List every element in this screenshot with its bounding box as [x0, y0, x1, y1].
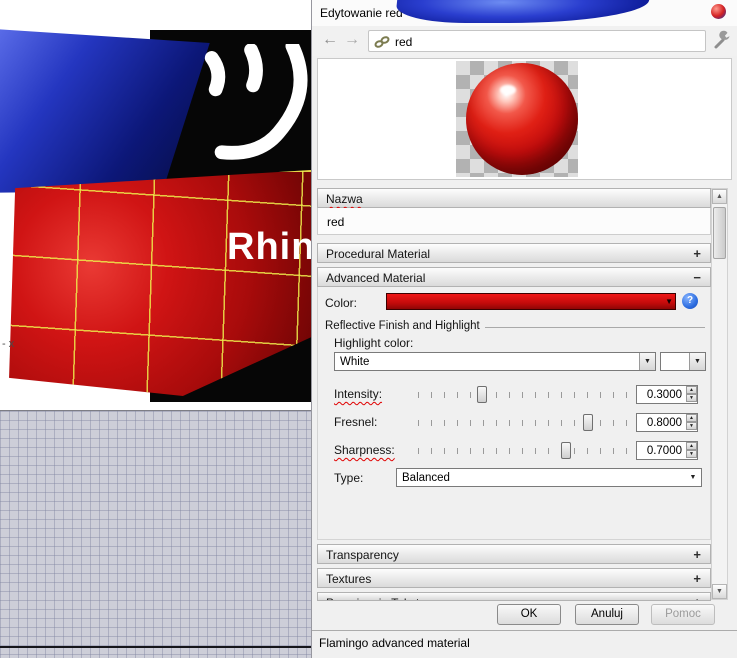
dropdown-arrow-icon[interactable]: ▼	[665, 297, 673, 306]
slider-thumb[interactable]	[582, 414, 593, 431]
expand-plus-icon[interactable]: +	[693, 595, 701, 600]
sharpness-label: Sharpness:	[334, 443, 395, 457]
section-name-header[interactable]: Nazwa	[317, 188, 711, 208]
fresnel-spinner: ▲ ▼	[686, 414, 697, 430]
section-clipped-label: Przypisanie Tekstur	[326, 596, 430, 600]
section-name-label: Nazwa	[326, 192, 363, 206]
grid-viewport[interactable]	[0, 410, 311, 658]
scroll-down-icon[interactable]: ▼	[712, 584, 727, 599]
material-name-row[interactable]: red	[317, 208, 711, 235]
slider-thumb[interactable]	[561, 442, 572, 459]
sharpness-slider[interactable]	[418, 442, 630, 459]
rhino-wordmark: Rhino	[227, 226, 311, 268]
type-value: Balanced	[402, 472, 450, 484]
material-editor-dialog: Edytowanie red ← → red Nazwa red Procedu…	[311, 0, 737, 658]
advanced-material-panel: Color: ▼ ? Reflective Finish and Highlig…	[317, 287, 711, 540]
spinner-down-icon[interactable]: ▼	[686, 450, 697, 458]
spinner-down-icon[interactable]: ▼	[686, 394, 697, 402]
section-clipped-header[interactable]: Przypisanie Tekstur +	[317, 592, 711, 601]
section-procedural-label: Procedural Material	[326, 247, 431, 261]
collapse-minus-icon[interactable]: −	[693, 270, 701, 285]
sharpness-spinner: ▲ ▼	[686, 442, 697, 458]
back-arrow-icon[interactable]: ←	[322, 30, 338, 50]
fresnel-slider[interactable]	[418, 414, 630, 431]
background-render-swoosh	[394, 0, 650, 23]
type-label: Type:	[334, 471, 364, 485]
highlight-color-label: Highlight color:	[334, 336, 414, 350]
spinner-down-icon[interactable]: ▼	[686, 422, 697, 430]
reflective-group-title: Reflective Finish and Highlight	[325, 320, 485, 332]
forward-arrow-icon[interactable]: →	[344, 30, 360, 50]
highlight-color-value: White	[340, 356, 370, 368]
dialog-titlebar: Edytowanie red	[312, 0, 737, 26]
material-preview-sphere	[466, 63, 578, 175]
help-icon[interactable]: ?	[682, 293, 698, 309]
navigation-toolbar: ← → red	[312, 26, 737, 56]
material-sphere-mini-icon	[711, 4, 726, 19]
material-preview[interactable]	[317, 58, 732, 180]
spinner-up-icon[interactable]: ▲	[686, 386, 697, 394]
axis-label-x: - x	[2, 338, 15, 350]
dialog-statusbar: Flamingo advanced material	[312, 630, 737, 654]
intensity-row: Intensity: 0.3000 ▲ ▼	[318, 383, 710, 407]
section-textures-label: Textures	[326, 572, 372, 586]
help-button[interactable]: Pomoc	[651, 604, 715, 625]
cancel-button[interactable]: Anuluj	[575, 604, 639, 625]
status-text: Flamingo advanced material	[319, 636, 470, 650]
section-advanced-label: Advanced Material	[326, 271, 426, 285]
spinner-up-icon[interactable]: ▲	[686, 414, 697, 422]
viewport-border	[0, 646, 311, 648]
ok-button[interactable]: OK	[497, 604, 561, 625]
scroll-up-icon[interactable]: ▲	[712, 189, 727, 204]
intensity-slider[interactable]	[418, 386, 630, 403]
spinner-up-icon[interactable]: ▲	[686, 442, 697, 450]
material-path-field[interactable]: red	[368, 30, 706, 52]
dropdown-arrow-icon[interactable]: ▼	[639, 353, 655, 370]
section-advanced-header[interactable]: Advanced Material −	[317, 267, 711, 287]
color-swatch[interactable]: ▼	[386, 293, 676, 310]
dropdown-arrow-icon[interactable]: ▼	[685, 469, 701, 486]
scrollbar-thumb[interactable]	[713, 207, 726, 259]
sharpness-row: Sharpness: 0.7000 ▲ ▼	[318, 439, 710, 463]
fresnel-row: Fresnel: 0.8000 ▲ ▼	[318, 411, 710, 435]
rhino-logo-icon	[196, 39, 311, 179]
dialog-title: Edytowanie red	[320, 6, 403, 20]
vertical-scrollbar[interactable]: ▲ ▼	[711, 188, 728, 600]
material-name-value: red	[327, 215, 345, 229]
dropdown-arrow-icon[interactable]: ▼	[689, 353, 705, 370]
section-procedural-header[interactable]: Procedural Material +	[317, 243, 711, 263]
section-transparency-header[interactable]: Transparency +	[317, 544, 711, 564]
section-textures-header[interactable]: Textures +	[317, 568, 711, 588]
render-viewport[interactable]: Rhino - x	[0, 0, 311, 410]
color-label: Color:	[325, 296, 358, 310]
intensity-label: Intensity:	[334, 387, 383, 401]
highlight-color-dropdown[interactable]: White ▼	[334, 352, 656, 371]
type-dropdown[interactable]: Balanced ▼	[396, 468, 702, 487]
slider-thumb[interactable]	[476, 386, 487, 403]
link-chain-icon	[374, 35, 390, 54]
expand-plus-icon[interactable]: +	[693, 571, 701, 586]
expand-plus-icon[interactable]: +	[693, 547, 701, 562]
intensity-spinner: ▲ ▼	[686, 386, 697, 402]
material-path-text: red	[395, 35, 413, 49]
section-transparency-label: Transparency	[326, 548, 399, 562]
fresnel-label: Fresnel:	[334, 415, 378, 429]
tools-wrench-icon[interactable]	[713, 30, 735, 52]
highlight-color-swatch[interactable]: ▼	[660, 352, 706, 371]
expand-plus-icon[interactable]: +	[693, 246, 701, 261]
